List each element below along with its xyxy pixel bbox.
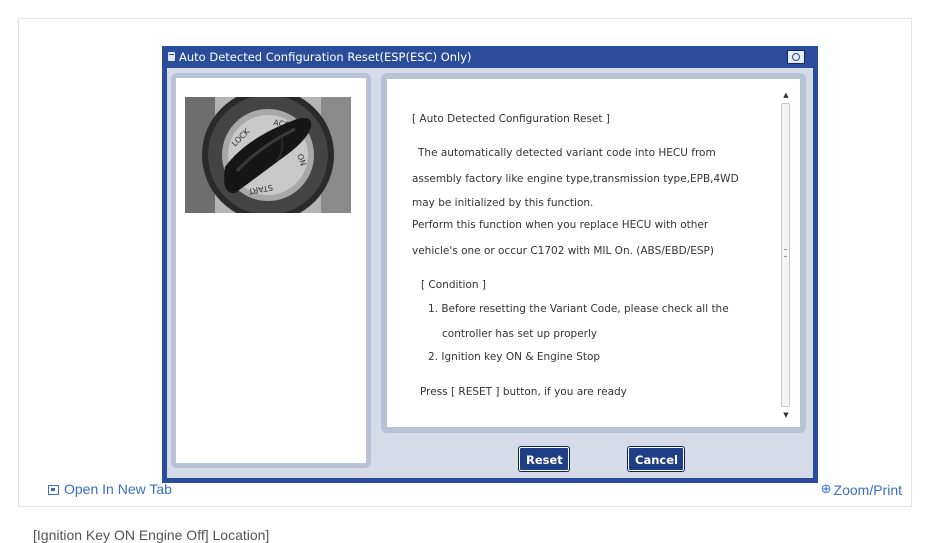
instruction-scrollbar[interactable]: ▲ ▼: [780, 89, 792, 421]
instruction-line: The automatically detected variant code …: [418, 147, 716, 159]
scroll-grip-icon: [784, 249, 787, 257]
open-in-new-tab-link[interactable]: Open In New Tab: [48, 481, 172, 497]
scroll-thumb[interactable]: [781, 103, 790, 407]
dialog-titlebar: Auto Detected Configuration Reset(ESP(ES…: [162, 46, 818, 68]
reset-button[interactable]: Reset: [519, 447, 569, 471]
figure-caption: [Ignition Key ON Engine Off] Location]: [33, 527, 270, 543]
condition-item: 2. Ignition key ON & Engine Stop: [428, 351, 601, 363]
camera-icon[interactable]: [787, 50, 805, 64]
dialog-window: Auto Detected Configuration Reset(ESP(ES…: [162, 46, 818, 483]
instruction-line: vehicle's one or occur C1702 with MIL On…: [412, 245, 714, 257]
press-instruction: Press [ RESET ] button, if you are ready: [420, 386, 627, 398]
zoom-print-link[interactable]: ⊕ Zoom/Print: [821, 481, 902, 498]
condition-item: controller has set up properly: [442, 328, 598, 340]
instruction-line: Perform this function when you replace H…: [412, 219, 709, 231]
instruction-heading: [ Auto Detected Configuration Reset ]: [412, 113, 610, 125]
instruction-line: may be initialized by this function.: [412, 197, 594, 209]
scroll-up-icon[interactable]: ▲: [780, 89, 792, 101]
ignition-key-photo: LOCK ACC ON START: [185, 97, 351, 213]
instruction-line: assembly factory like engine type,transm…: [412, 173, 739, 185]
condition-item: 1. Before resetting the Variant Code, pl…: [428, 303, 729, 315]
cancel-button[interactable]: Cancel: [628, 447, 684, 471]
zoom-in-icon: ⊕: [820, 481, 832, 496]
open-in-new-tab-label: Open In New Tab: [64, 481, 172, 497]
zoom-print-label: Zoom/Print: [833, 482, 902, 498]
window-icon: [168, 52, 175, 61]
instruction-panel: [ Auto Detected Configuration Reset ] Th…: [381, 73, 806, 433]
dialog-title: Auto Detected Configuration Reset(ESP(ES…: [179, 50, 472, 64]
footer-bar: Open In New Tab ⊕ Zoom/Print: [18, 474, 912, 507]
image-panel: LOCK ACC ON START: [171, 73, 371, 468]
scroll-down-icon[interactable]: ▼: [780, 409, 792, 421]
dialog-body: LOCK ACC ON START [ Auto Detected Config…: [167, 68, 813, 478]
condition-heading: [ Condition ]: [421, 279, 486, 291]
content-frame: Auto Detected Configuration Reset(ESP(ES…: [18, 18, 912, 507]
open-in-new-tab-icon: [48, 485, 59, 495]
